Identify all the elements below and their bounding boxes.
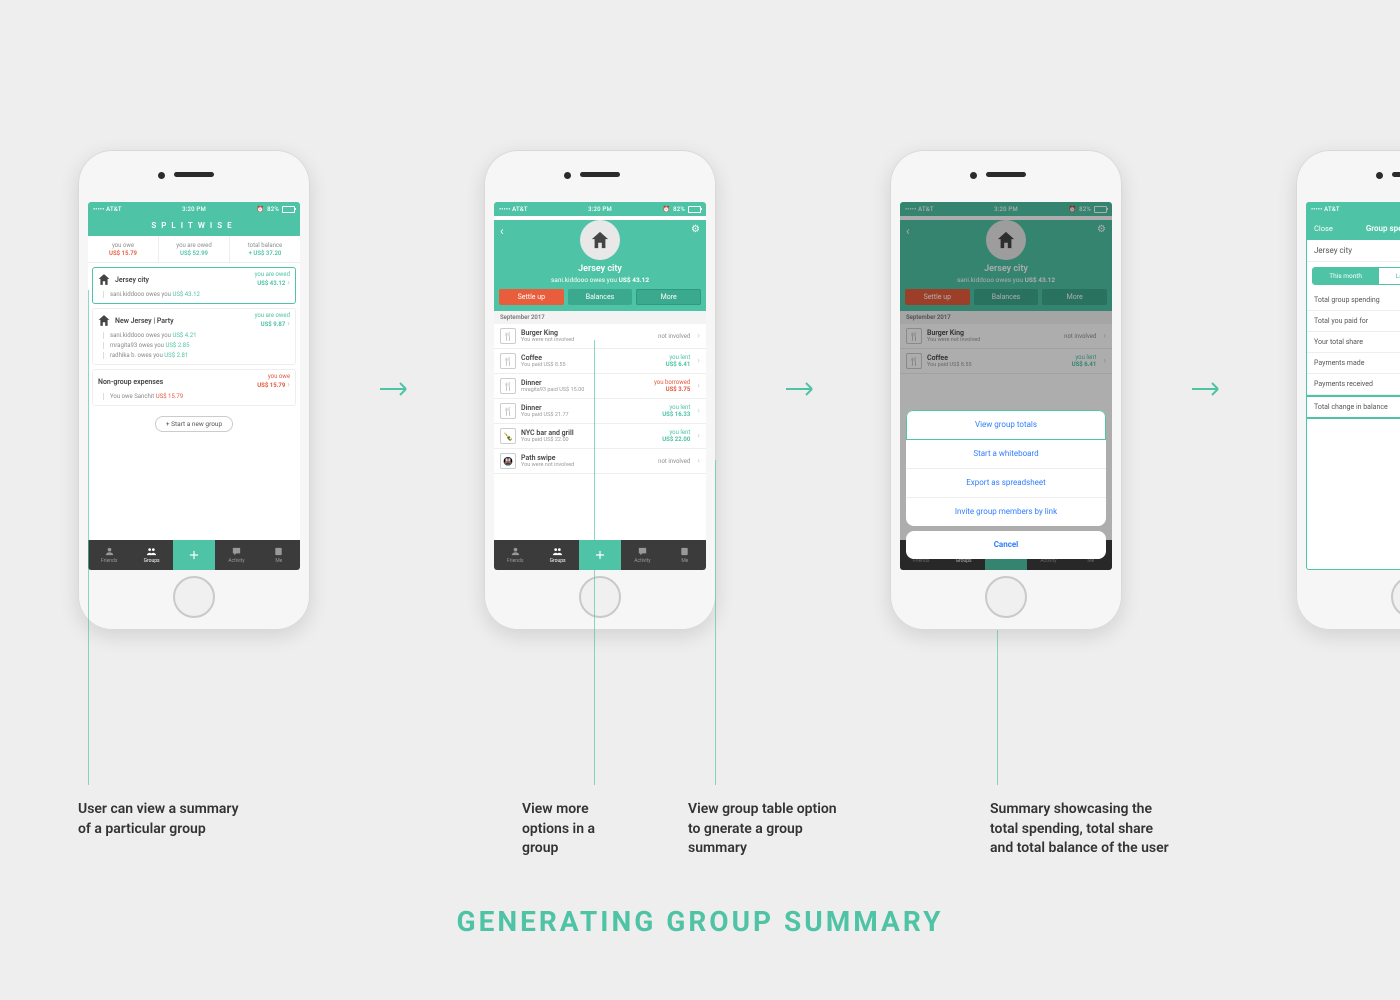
tab-friends[interactable]: Friends xyxy=(494,540,536,570)
tab-me[interactable]: Me xyxy=(664,540,706,570)
group-avatar xyxy=(580,220,620,260)
tab-activity[interactable]: Activity xyxy=(215,540,257,570)
balance-line: radhika b. owes you US$ 2.81 xyxy=(98,352,290,359)
group-name: Jersey city xyxy=(1306,240,1400,262)
tab-me[interactable]: Me xyxy=(258,540,300,570)
caption-3: View group table option to gnerate a gro… xyxy=(688,800,837,859)
callout-line xyxy=(715,460,716,785)
gear-icon[interactable]: ⚙ xyxy=(691,224,700,235)
balance-summary: you oweUS$ 15.79you are owedUS$ 52.99tot… xyxy=(88,236,300,263)
action-sheet: View group totalsStart a whiteboardExpor… xyxy=(906,410,1106,564)
category-icon: 🍴 xyxy=(500,328,516,344)
segment-this month[interactable]: This month xyxy=(1313,268,1379,284)
home-button[interactable] xyxy=(173,576,215,618)
balance-line: You owe Sanchit US$ 15.79 xyxy=(98,393,290,400)
summary-row: Total you paid forUS$ 66.46 xyxy=(1306,311,1400,332)
home-button[interactable] xyxy=(1391,576,1400,618)
balance-cell: you are owedUS$ 52.99 xyxy=(159,236,230,262)
time-segment: This monthLast monthAll time xyxy=(1312,267,1400,285)
phone-1: ••••• AT&T 3:20 PM ⏰82% SPLITWISE you ow… xyxy=(78,150,310,630)
home-button[interactable] xyxy=(579,576,621,618)
tab-add[interactable] xyxy=(579,540,621,570)
expense-row[interactable]: 🍾 NYC bar and grillYou paid US$ 22.00 yo… xyxy=(494,424,706,449)
category-icon: 🍴 xyxy=(500,378,516,394)
group-card[interactable]: Jersey city you are owedUS$ 43.12› sani.… xyxy=(92,267,296,304)
phone-4: ••••• AT&T3:20 PM ⏰82% Close Group spend… xyxy=(1296,150,1400,630)
sheet-option[interactable]: Start a whiteboard xyxy=(906,440,1106,469)
more-button[interactable]: More xyxy=(636,289,701,305)
phone-2: ••••• AT&T3:20 PM ⏰82% ‹ ⚙ Jersey city s… xyxy=(484,150,716,630)
non-group-expenses[interactable]: Non-group expenses you oweUS$ 15.79› You… xyxy=(92,369,296,406)
expense-row[interactable]: 🍴 Dinnermragita93 paid US$ 15.00 you bor… xyxy=(494,374,706,399)
sheet-cancel-button[interactable]: Cancel xyxy=(906,531,1106,559)
tab-groups[interactable]: Groups xyxy=(130,540,172,570)
flow-arrow xyxy=(1192,380,1226,398)
group-header: ‹ ⚙ Jersey city sani.kiddooo owes you US… xyxy=(494,220,706,311)
close-button[interactable]: Close xyxy=(1314,224,1333,233)
balance-line: sani.kiddooo owes you US$ 4.21 xyxy=(98,332,290,339)
settle-up-button[interactable]: Settle up xyxy=(499,289,564,305)
callout-line xyxy=(594,340,595,785)
caption-1: User can view a summary of a particular … xyxy=(78,800,239,839)
phone-3: ••••• AT&T3:20 PM ⏰82% ‹ ⚙ Jersey city s… xyxy=(890,150,1122,630)
sheet-option[interactable]: Invite group members by link xyxy=(906,498,1106,526)
page-title: GENERATING GROUP SUMMARY xyxy=(0,905,1400,938)
balance-line: sani.kiddooo owes you US$ 43.12 xyxy=(98,291,290,298)
balance-cell: total balance+ US$ 37.20 xyxy=(230,236,300,262)
section-header: September 2017 xyxy=(494,311,706,324)
summary-row: Payments madeUS$ 0.00 xyxy=(1306,353,1400,374)
status-bar: ••••• AT&T3:20 PM ⏰82% xyxy=(1306,202,1400,216)
back-icon[interactable]: ‹ xyxy=(500,224,504,238)
home-icon xyxy=(98,315,110,327)
status-bar: ••••• AT&T3:20 PM ⏰82% xyxy=(494,202,706,216)
expense-row[interactable]: 🍴 Burger KingYou were not involved not i… xyxy=(494,324,706,349)
total-change-row: Total change in balanceUS$ 51.60 xyxy=(1306,395,1400,419)
category-icon: 🍴 xyxy=(500,403,516,419)
home-button[interactable] xyxy=(985,576,1027,618)
flow-arrow xyxy=(380,380,414,398)
summary-row: Your total shareUS$ 14.86 xyxy=(1306,332,1400,353)
caption-2: View more options in a group xyxy=(522,800,595,859)
expense-row[interactable]: 🍴 CoffeeYou paid US$ 8.55 you lentUS$ 6.… xyxy=(494,349,706,374)
callout-line xyxy=(88,290,89,785)
tab-activity[interactable]: Activity xyxy=(621,540,663,570)
home-icon xyxy=(591,231,609,249)
category-icon: 🚇 xyxy=(500,453,516,469)
sheet-option[interactable]: Export as spreadsheet xyxy=(906,469,1106,498)
category-icon: 🍴 xyxy=(500,353,516,369)
segment-last month[interactable]: Last month xyxy=(1379,268,1400,284)
tab-bar: FriendsGroups ActivityMe xyxy=(494,540,706,570)
balance-cell: you oweUS$ 15.79 xyxy=(88,236,159,262)
sheet-option[interactable]: View group totals xyxy=(906,410,1106,440)
balance-line: mragita93 owes you US$ 2.85 xyxy=(98,342,290,349)
tab-bar: FriendsGroups ActivityMe xyxy=(88,540,300,570)
summary-header: Close Group spending summary xyxy=(1306,216,1400,240)
tab-friends[interactable]: Friends xyxy=(88,540,130,570)
caption-4: Summary showcasing the total spending, t… xyxy=(990,800,1169,859)
group-card[interactable]: New Jersey | Party you are owedUS$ 9.87›… xyxy=(92,308,296,365)
start-new-group-button[interactable]: + Start a new group xyxy=(155,416,233,432)
balances-button[interactable]: Balances xyxy=(568,289,633,305)
status-bar: ••••• AT&T 3:20 PM ⏰82% xyxy=(88,202,300,216)
app-title: SPLITWISE xyxy=(88,216,300,236)
callout-line xyxy=(997,630,998,785)
home-icon xyxy=(98,274,110,286)
expense-row[interactable]: 🍴 DinnerYou paid US$ 21.77 you lentUS$ 1… xyxy=(494,399,706,424)
summary-row: Payments receivedUS$ 0.00 xyxy=(1306,374,1400,395)
summary-row: Total group spendingUS$ 129.15 xyxy=(1306,290,1400,311)
flow-arrow xyxy=(786,380,820,398)
category-icon: 🍾 xyxy=(500,428,516,444)
tab-add[interactable] xyxy=(173,540,215,570)
expense-row[interactable]: 🚇 Path swipeYou were not involved not in… xyxy=(494,449,706,474)
tab-groups[interactable]: Groups xyxy=(536,540,578,570)
